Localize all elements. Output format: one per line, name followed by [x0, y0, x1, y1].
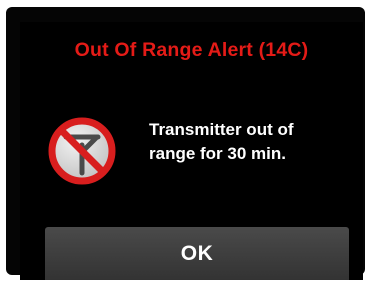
alert-message: Transmitter out of range for 30 min. [149, 118, 349, 166]
ok-button-label: OK [180, 241, 214, 265]
alert-message-line-2: range for 30 min. [149, 144, 286, 163]
alert-message-line-1: Transmitter out of [149, 120, 294, 139]
device-frame: Out Of Range Alert (14C) Transmitter out… [6, 7, 365, 280]
no-signal-antenna-icon [46, 115, 118, 187]
alert-title: Out Of Range Alert (14C) [74, 39, 309, 61]
alert-dialog: Out Of Range Alert (14C) Transmitter out… [20, 22, 363, 280]
ok-button[interactable]: OK [45, 227, 349, 280]
